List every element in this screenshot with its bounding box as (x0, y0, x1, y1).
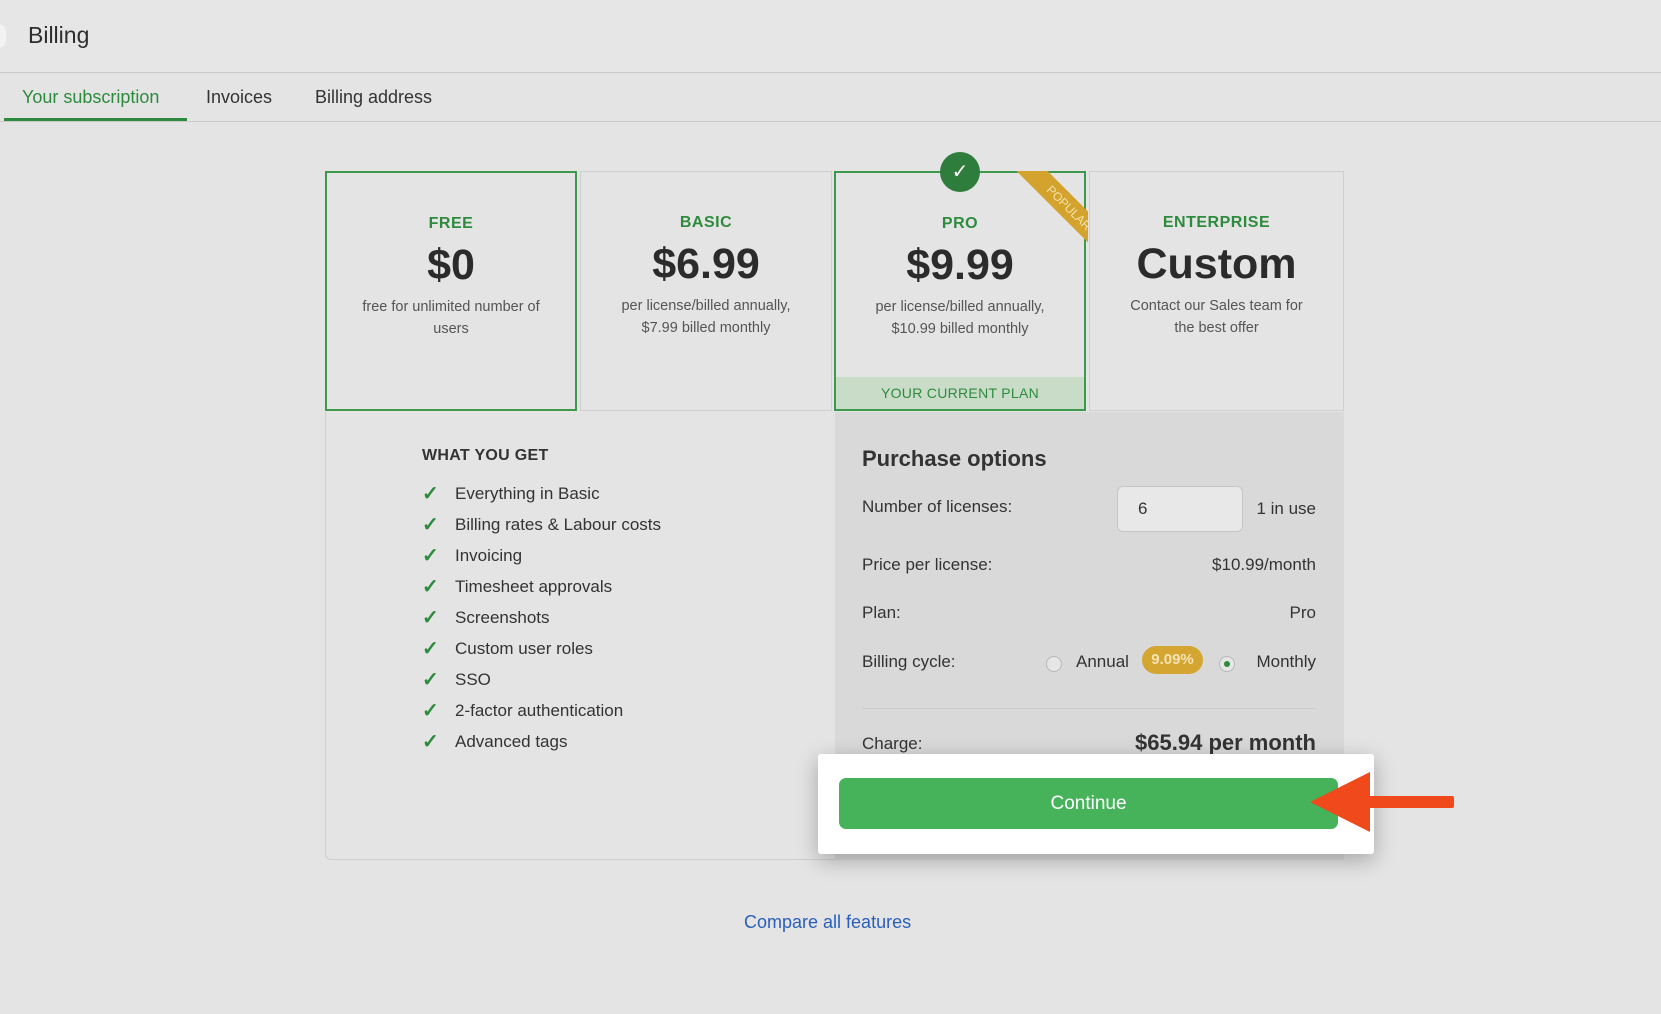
list-item: ✓ SSO (422, 664, 661, 695)
check-icon: ✓ (422, 483, 439, 505)
list-item: ✓ Billing rates & Labour costs (422, 509, 661, 540)
check-icon: ✓ (940, 152, 980, 192)
tab-invoices[interactable]: Invoices (206, 87, 272, 108)
plan-card-basic[interactable]: BASIC $6.99 per license/billed annually,… (580, 171, 832, 411)
plan-price: Custom (1136, 240, 1297, 288)
feature-label: 2-factor authentication (455, 700, 624, 720)
check-icon: ✓ (422, 514, 439, 536)
list-item: ✓ Timesheet approvals (422, 571, 661, 602)
plan-description: free for unlimited number of users (362, 299, 540, 337)
licenses-in-use: 1 in use (1256, 499, 1316, 518)
page-title: Billing (28, 22, 90, 48)
annual-label[interactable]: Annual (1076, 652, 1129, 672)
monthly-radio[interactable] (1219, 656, 1235, 672)
continue-button[interactable]: Continue (839, 778, 1338, 829)
plan-card-enterprise[interactable]: ENTERPRISE Custom Contact our Sales team… (1089, 171, 1344, 411)
tab-your-subscription[interactable]: Your subscription (22, 87, 159, 108)
feature-label: Timesheet approvals (455, 576, 613, 596)
feature-label: Invoicing (455, 545, 523, 565)
check-icon: ✓ (422, 576, 439, 598)
tab-bar: Your subscription Invoices Billing addre… (0, 73, 1661, 122)
plan-description: per license/billed annually, $10.99 bill… (875, 299, 1045, 337)
annual-radio[interactable] (1046, 656, 1062, 672)
licenses-label: Number of licenses: (862, 497, 1013, 516)
plan-label: Plan: (862, 603, 901, 622)
list-item: ✓ Screenshots (422, 602, 661, 633)
plan-card-free[interactable]: FREE $0 free for unlimited number of use… (325, 171, 577, 411)
list-item: ✓ 2-factor authentication (422, 695, 661, 726)
compare-features-link[interactable]: Compare all features (744, 912, 911, 933)
discount-badge: 9.09% (1142, 646, 1203, 674)
plan-value: Pro (1289, 603, 1316, 622)
list-item: ✓ Custom user roles (422, 633, 661, 664)
charge-label: Charge: (862, 734, 923, 753)
plan-description: Contact our Sales team for the best offe… (1130, 298, 1303, 336)
licenses-input[interactable] (1117, 486, 1243, 532)
list-item: ✓ Advanced tags (422, 726, 661, 757)
plan-cards: FREE $0 free for unlimited number of use… (325, 171, 1344, 413)
check-icon: ✓ (422, 638, 439, 660)
plan-name: ENTERPRISE (1162, 214, 1271, 231)
check-icon: ✓ (422, 545, 439, 567)
popular-ribbon: POPULAR (1004, 171, 1088, 255)
plan-name: FREE (428, 215, 474, 232)
check-icon: ✓ (422, 669, 439, 691)
charge-value: $65.94 per month (1135, 730, 1316, 755)
plan-description: per license/billed annually, $7.99 bille… (621, 298, 791, 336)
what-you-get-title: WHAT YOU GET (422, 447, 549, 464)
plan-price: $6.99 (652, 240, 760, 288)
check-icon: ✓ (422, 731, 439, 753)
tab-billing-address[interactable]: Billing address (315, 87, 432, 108)
sidebar-edge (0, 24, 6, 48)
price-per-license-value: $10.99/month (1212, 555, 1316, 574)
popular-badge: POPULAR (1015, 171, 1088, 255)
plan-price: $0 (427, 241, 475, 289)
check-icon: ✓ (422, 700, 439, 722)
feature-label: SSO (455, 669, 491, 689)
price-per-license-label: Price per license: (862, 555, 993, 574)
purchase-options-title: Purchase options (862, 446, 1047, 471)
feature-label: Everything in Basic (455, 483, 600, 503)
top-bar: Billing (0, 0, 1661, 73)
plan-name: BASIC (679, 214, 733, 231)
feature-list: ✓ Everything in Basic ✓ Billing rates & La… (422, 478, 661, 757)
feature-label: Billing rates & Labour costs (455, 514, 661, 534)
monthly-label[interactable]: Monthly (1256, 652, 1316, 672)
active-tab-indicator (4, 118, 187, 121)
list-item: ✓ Invoicing (422, 540, 661, 571)
feature-label: Screenshots (455, 607, 550, 627)
billing-cycle-label: Billing cycle: (862, 652, 956, 671)
list-item: ✓ Everything in Basic (422, 478, 661, 509)
current-plan-label: YOUR CURRENT PLAN (836, 377, 1084, 409)
divider (862, 708, 1316, 709)
check-icon: ✓ (422, 607, 439, 629)
feature-label: Advanced tags (455, 731, 568, 751)
feature-label: Custom user roles (455, 638, 593, 658)
pointer-arrow-icon (1310, 772, 1454, 832)
